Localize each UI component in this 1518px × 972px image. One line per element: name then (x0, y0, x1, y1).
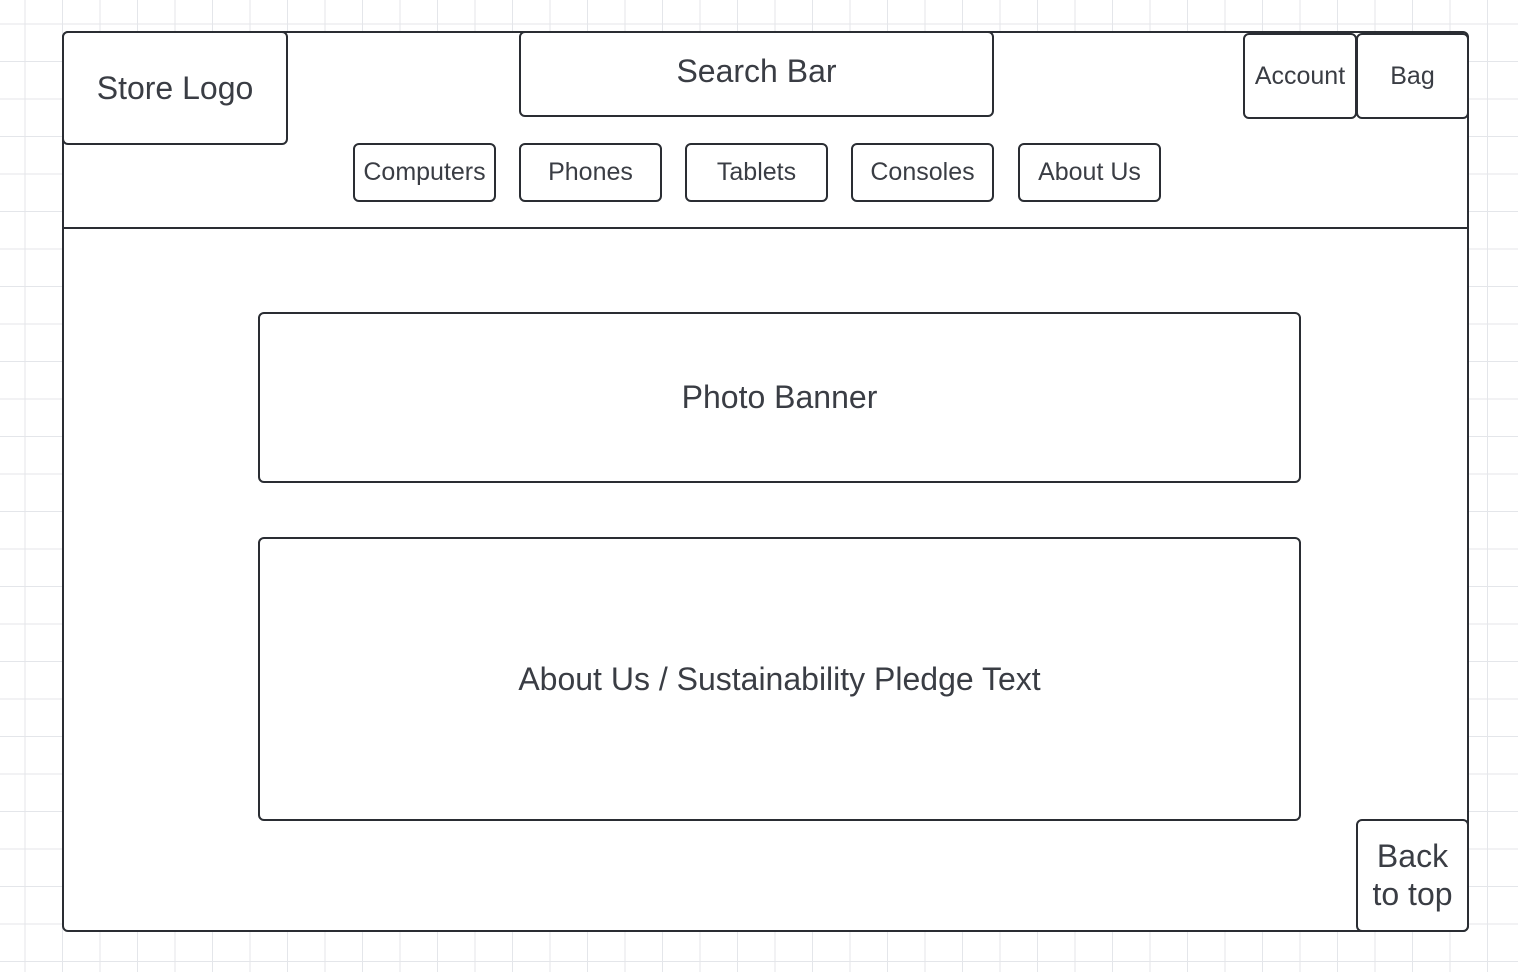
about-sustainability-text: About Us / Sustainability Pledge Text (258, 537, 1301, 821)
bag-button-label: Bag (1390, 61, 1435, 90)
nav-item-label: About Us (1038, 158, 1141, 186)
photo-banner-label: Photo Banner (681, 379, 878, 415)
about-sustainability-label: About Us / Sustainability Pledge Text (518, 660, 1041, 697)
nav-item-tablets[interactable]: Tablets (685, 143, 828, 202)
store-logo-label: Store Logo (96, 69, 254, 106)
nav-item-label: Consoles (870, 158, 975, 186)
back-to-top-line-1: Back (1376, 838, 1449, 875)
account-button[interactable]: Account (1243, 33, 1357, 119)
photo-banner: Photo Banner (258, 312, 1301, 483)
store-logo[interactable]: Store Logo (62, 31, 288, 145)
nav-item-phones[interactable]: Phones (519, 143, 662, 202)
nav-item-consoles[interactable]: Consoles (851, 143, 994, 202)
header-divider (62, 227, 1469, 229)
search-bar[interactable]: Search Bar (519, 31, 994, 117)
nav-item-label: Tablets (716, 158, 797, 186)
nav-item-about-us[interactable]: About Us (1018, 143, 1161, 202)
bag-button[interactable]: Bag (1356, 33, 1469, 119)
nav-item-label: Phones (548, 158, 633, 186)
nav-item-computers[interactable]: Computers (353, 143, 496, 202)
back-to-top-line-2: to top (1372, 875, 1453, 912)
account-button-label: Account (1254, 61, 1346, 90)
nav-item-label: Computers (363, 158, 486, 186)
back-to-top-label: Back to top (1372, 838, 1452, 913)
back-to-top-button[interactable]: Back to top (1356, 819, 1469, 932)
search-bar-label: Search Bar (676, 53, 837, 89)
